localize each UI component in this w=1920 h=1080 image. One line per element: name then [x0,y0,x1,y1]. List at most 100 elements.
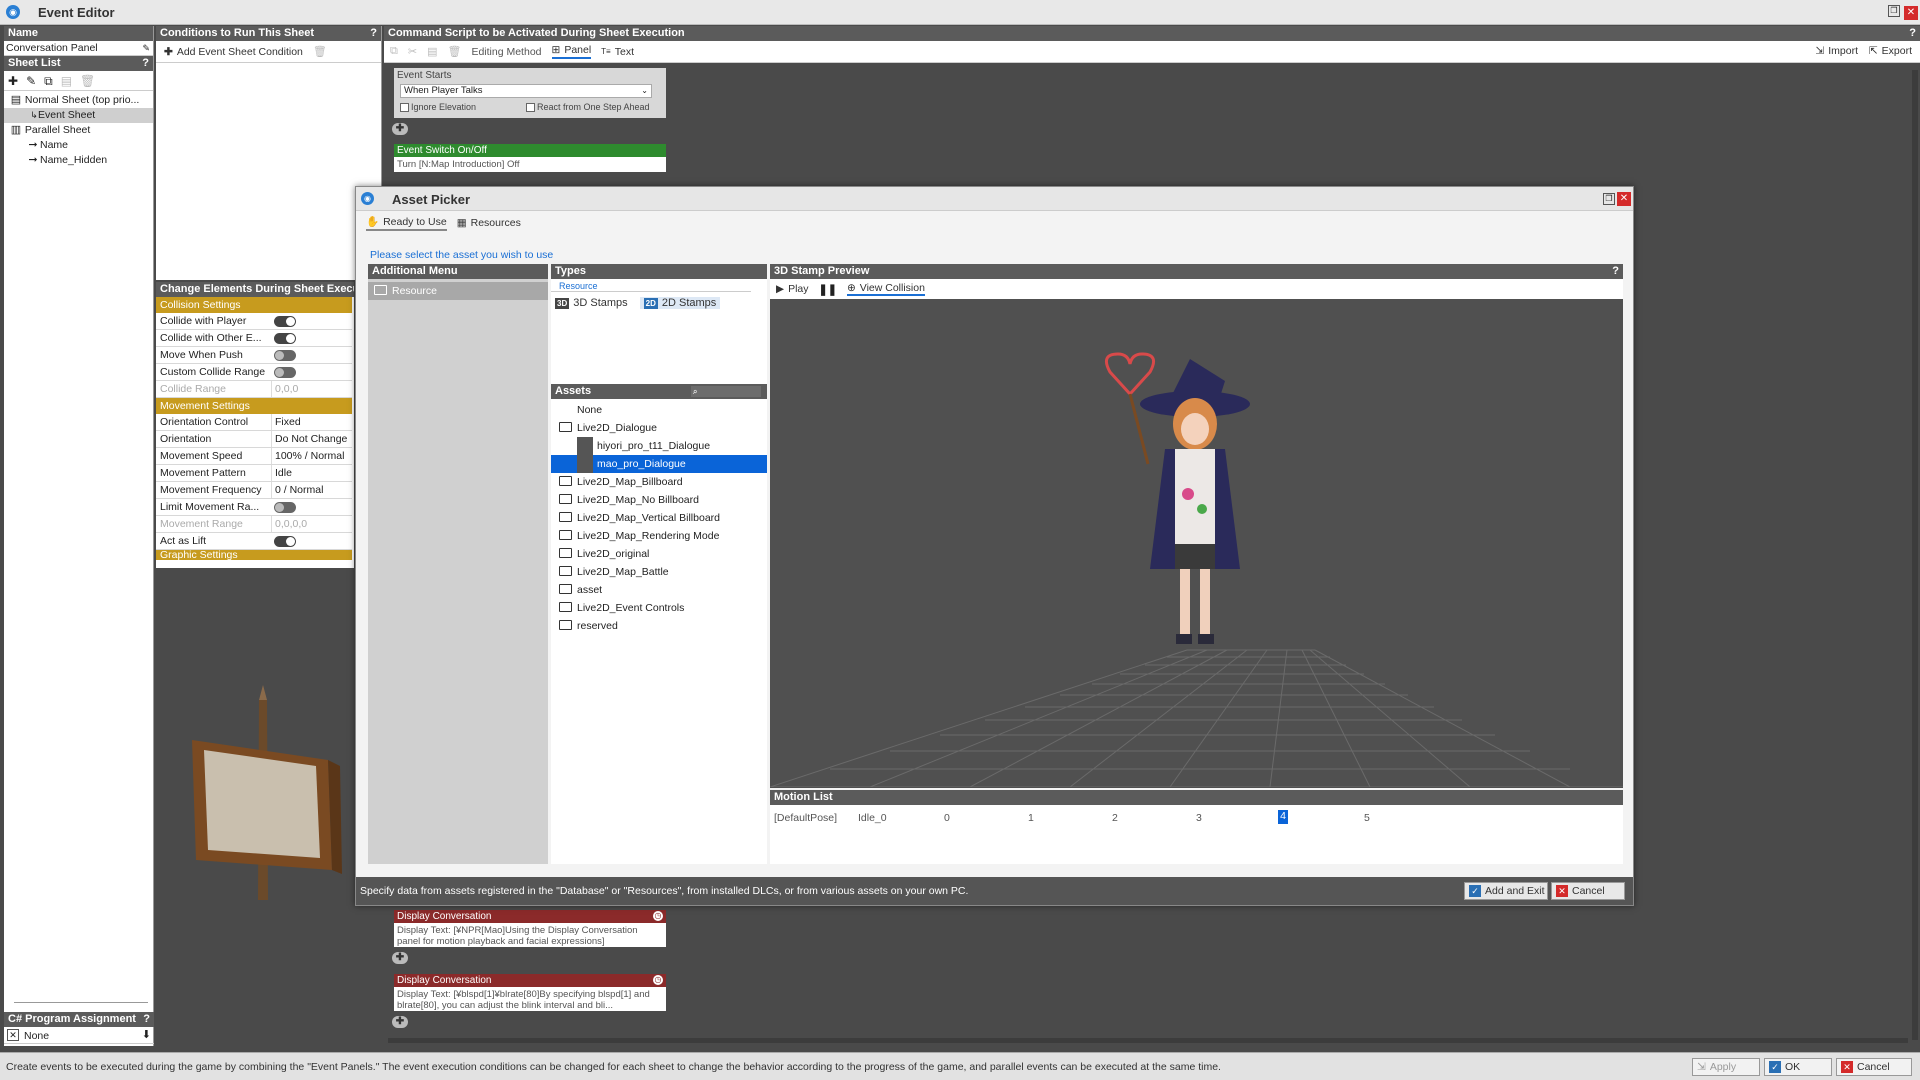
apply-button[interactable]: ⇲ Apply [1692,1058,1760,1076]
restore-icon[interactable]: ❐ [1888,5,1900,17]
asset-item-mao[interactable]: mao_pro_Dialogue [551,455,767,473]
paste-sheet-icon[interactable]: ▤ [61,74,72,88]
view-collision-button[interactable]: ⊕ View Collision [846,282,925,296]
asset-folder-live2d-dialogue[interactable]: Live2D_Dialogue [551,419,767,437]
cancel-button[interactable]: ✕ Cancel [1836,1058,1912,1076]
close-icon[interactable]: ✕ [1904,6,1918,20]
insert-panel-button[interactable]: ✚ [392,952,408,964]
asset-folder[interactable]: Live2D_Map_Vertical Billboard [551,509,767,527]
help-icon[interactable]: ? [1612,264,1619,279]
insert-panel-button[interactable]: ✚ [392,123,408,135]
motion-idle[interactable]: Idle_0 [858,812,887,824]
panel-mode-button[interactable]: ⊞ Panel [551,44,592,59]
movement-frequency-value[interactable]: 0 / Normal [271,482,352,498]
asset-folder[interactable]: Live2D_original [551,545,767,563]
asset-folder[interactable]: asset [551,581,767,599]
help-icon[interactable]: ? [370,26,377,41]
asset-picker-footer: Specify data from assets registered in t… [356,877,1633,905]
delete-icon[interactable]: 🗑 [447,45,461,58]
collide-player-toggle[interactable] [274,316,296,327]
change-elements-header: Change Elements During Sheet Executio [156,282,354,297]
tab-resources[interactable]: ▦ Resources [457,217,521,229]
vertical-scrollbar[interactable] [1912,70,1918,1040]
motion-item-selected[interactable]: 4 [1278,810,1288,824]
conversation-panel-1[interactable]: Display Conversation ◷ Display Text: [¥NP… [394,910,666,947]
motion-item[interactable]: 5 [1364,812,1370,824]
asset-folder[interactable]: Live2D_Map_Rendering Mode [551,527,767,545]
limit-range-toggle[interactable] [274,502,296,513]
tab-ready-to-use[interactable]: ✋ Ready to Use [366,215,447,231]
conversation-panel-2[interactable]: Display Conversation ◷ Display Text: [¥bl… [394,974,666,1011]
motion-default[interactable]: [DefaultPose] [774,812,837,824]
motion-item[interactable]: 1 [1028,812,1034,824]
act-as-lift-toggle[interactable] [274,536,296,547]
insert-panel-button[interactable]: ✚ [392,1016,408,1028]
sheet-item-normal[interactable]: ▤ Normal Sheet (top prio... [4,93,153,108]
react-ahead-checkbox[interactable]: React from One Step Ahead [526,102,650,113]
ignore-elevation-checkbox[interactable]: Ignore Elevation [400,102,476,113]
event-switch-panel[interactable]: Event Switch On/Off Turn [N:Map Introduc… [394,144,666,172]
sheet-item-parallel[interactable]: ▥ Parallel Sheet [4,123,153,138]
move-push-toggle[interactable] [274,350,296,361]
delete-sheet-icon[interactable]: 🗑 [80,74,95,88]
help-icon[interactable]: ? [1909,26,1916,41]
paste-icon[interactable]: ▤ [427,45,437,58]
act-as-lift-row: Act as Lift [156,533,352,550]
movement-pattern-value[interactable]: Idle [271,465,352,481]
resource-menu-item[interactable]: Resource [368,282,548,300]
asset-folder[interactable]: reserved [551,617,767,635]
motion-item[interactable]: 3 [1196,812,1202,824]
type-2d-stamps[interactable]: 2D 2D Stamps [639,297,721,309]
add-condition-button[interactable]: ✚ Add Event Sheet Condition [164,46,303,58]
collide-other-toggle[interactable] [274,333,296,344]
sheet-item-name-hidden[interactable]: ➞ Name_Hidden [4,153,153,168]
orientation-control-value[interactable]: Fixed [271,414,352,430]
collide-range-value[interactable]: 0,0,0 [271,381,352,397]
asset-item-none[interactable]: None [551,401,767,419]
edit-sheet-icon[interactable]: ✎ [26,74,36,88]
export-button[interactable]: ⇱ Export [1869,45,1912,57]
text-mode-button[interactable]: T≡ Text [601,46,634,58]
horizontal-scrollbar[interactable] [388,1038,1908,1043]
asset-folder[interactable]: Live2D_Map_Billboard [551,473,767,491]
types-panel: Types Resource 3D 3D Stamps 2D 2D Stamps [551,264,767,384]
sheet-item-event[interactable]: ↳Event Sheet [4,108,153,123]
motion-item[interactable]: 2 [1112,812,1118,824]
custom-range-toggle[interactable] [274,367,296,378]
asset-search-input[interactable]: ⌕ [691,386,761,397]
delete-condition-icon[interactable]: 🗑 [313,45,327,58]
help-icon[interactable]: ? [143,1012,150,1027]
movement-range-value[interactable]: 0,0,0,0 [271,516,352,532]
asset-folder[interactable]: Live2D_Map_Battle [551,563,767,581]
asset-item-hiyori[interactable]: hiyori_pro_t11_Dialogue [551,437,767,455]
asset-folder[interactable]: Live2D_Map_No Billboard [551,491,767,509]
signboard-image [192,685,342,900]
trigger-select[interactable]: When Player Talks ⌄ [400,84,652,98]
motion-item[interactable]: 0 [944,812,950,824]
close-icon[interactable]: ✕ [1617,192,1631,206]
ok-button[interactable]: ✓ OK [1764,1058,1832,1076]
copy-sheet-icon[interactable]: ⧉ [44,74,53,88]
add-sheet-icon[interactable]: ✚ [8,74,18,88]
copy-icon[interactable]: ⧉ [390,45,398,58]
help-icon[interactable]: ? [142,56,149,71]
pin-icon[interactable]: ✎ [142,41,150,55]
csharp-select[interactable]: ✕ None ⬇ [4,1028,154,1044]
folder-icon [559,602,572,613]
dropdown-arrow-icon[interactable]: ⬇ [142,1028,151,1042]
orientation-value[interactable]: Do Not Change [271,431,352,447]
sheet-item-name[interactable]: ➞ Name [4,138,153,153]
add-and-exit-button[interactable]: ✓ Add and Exit [1464,882,1548,900]
cut-icon[interactable]: ✂ [408,45,417,58]
type-3d-stamps[interactable]: 3D 3D Stamps [555,297,628,309]
clear-icon[interactable]: ✕ [7,1029,19,1041]
restore-icon[interactable]: ❐ [1603,193,1615,205]
movement-speed-value[interactable]: 100% / Normal [271,448,352,464]
asset-folder[interactable]: Live2D_Event Controls [551,599,767,617]
play-button[interactable]: ▶ Play [776,283,809,295]
pause-button[interactable]: ❚❚ [819,283,837,296]
import-button[interactable]: ⇲ Import [1815,45,1858,57]
move-when-push-row: Move When Push [156,347,352,364]
cancel-button[interactable]: ✕ Cancel [1551,882,1625,900]
name-field[interactable]: Conversation Panel ✎ [4,41,153,56]
